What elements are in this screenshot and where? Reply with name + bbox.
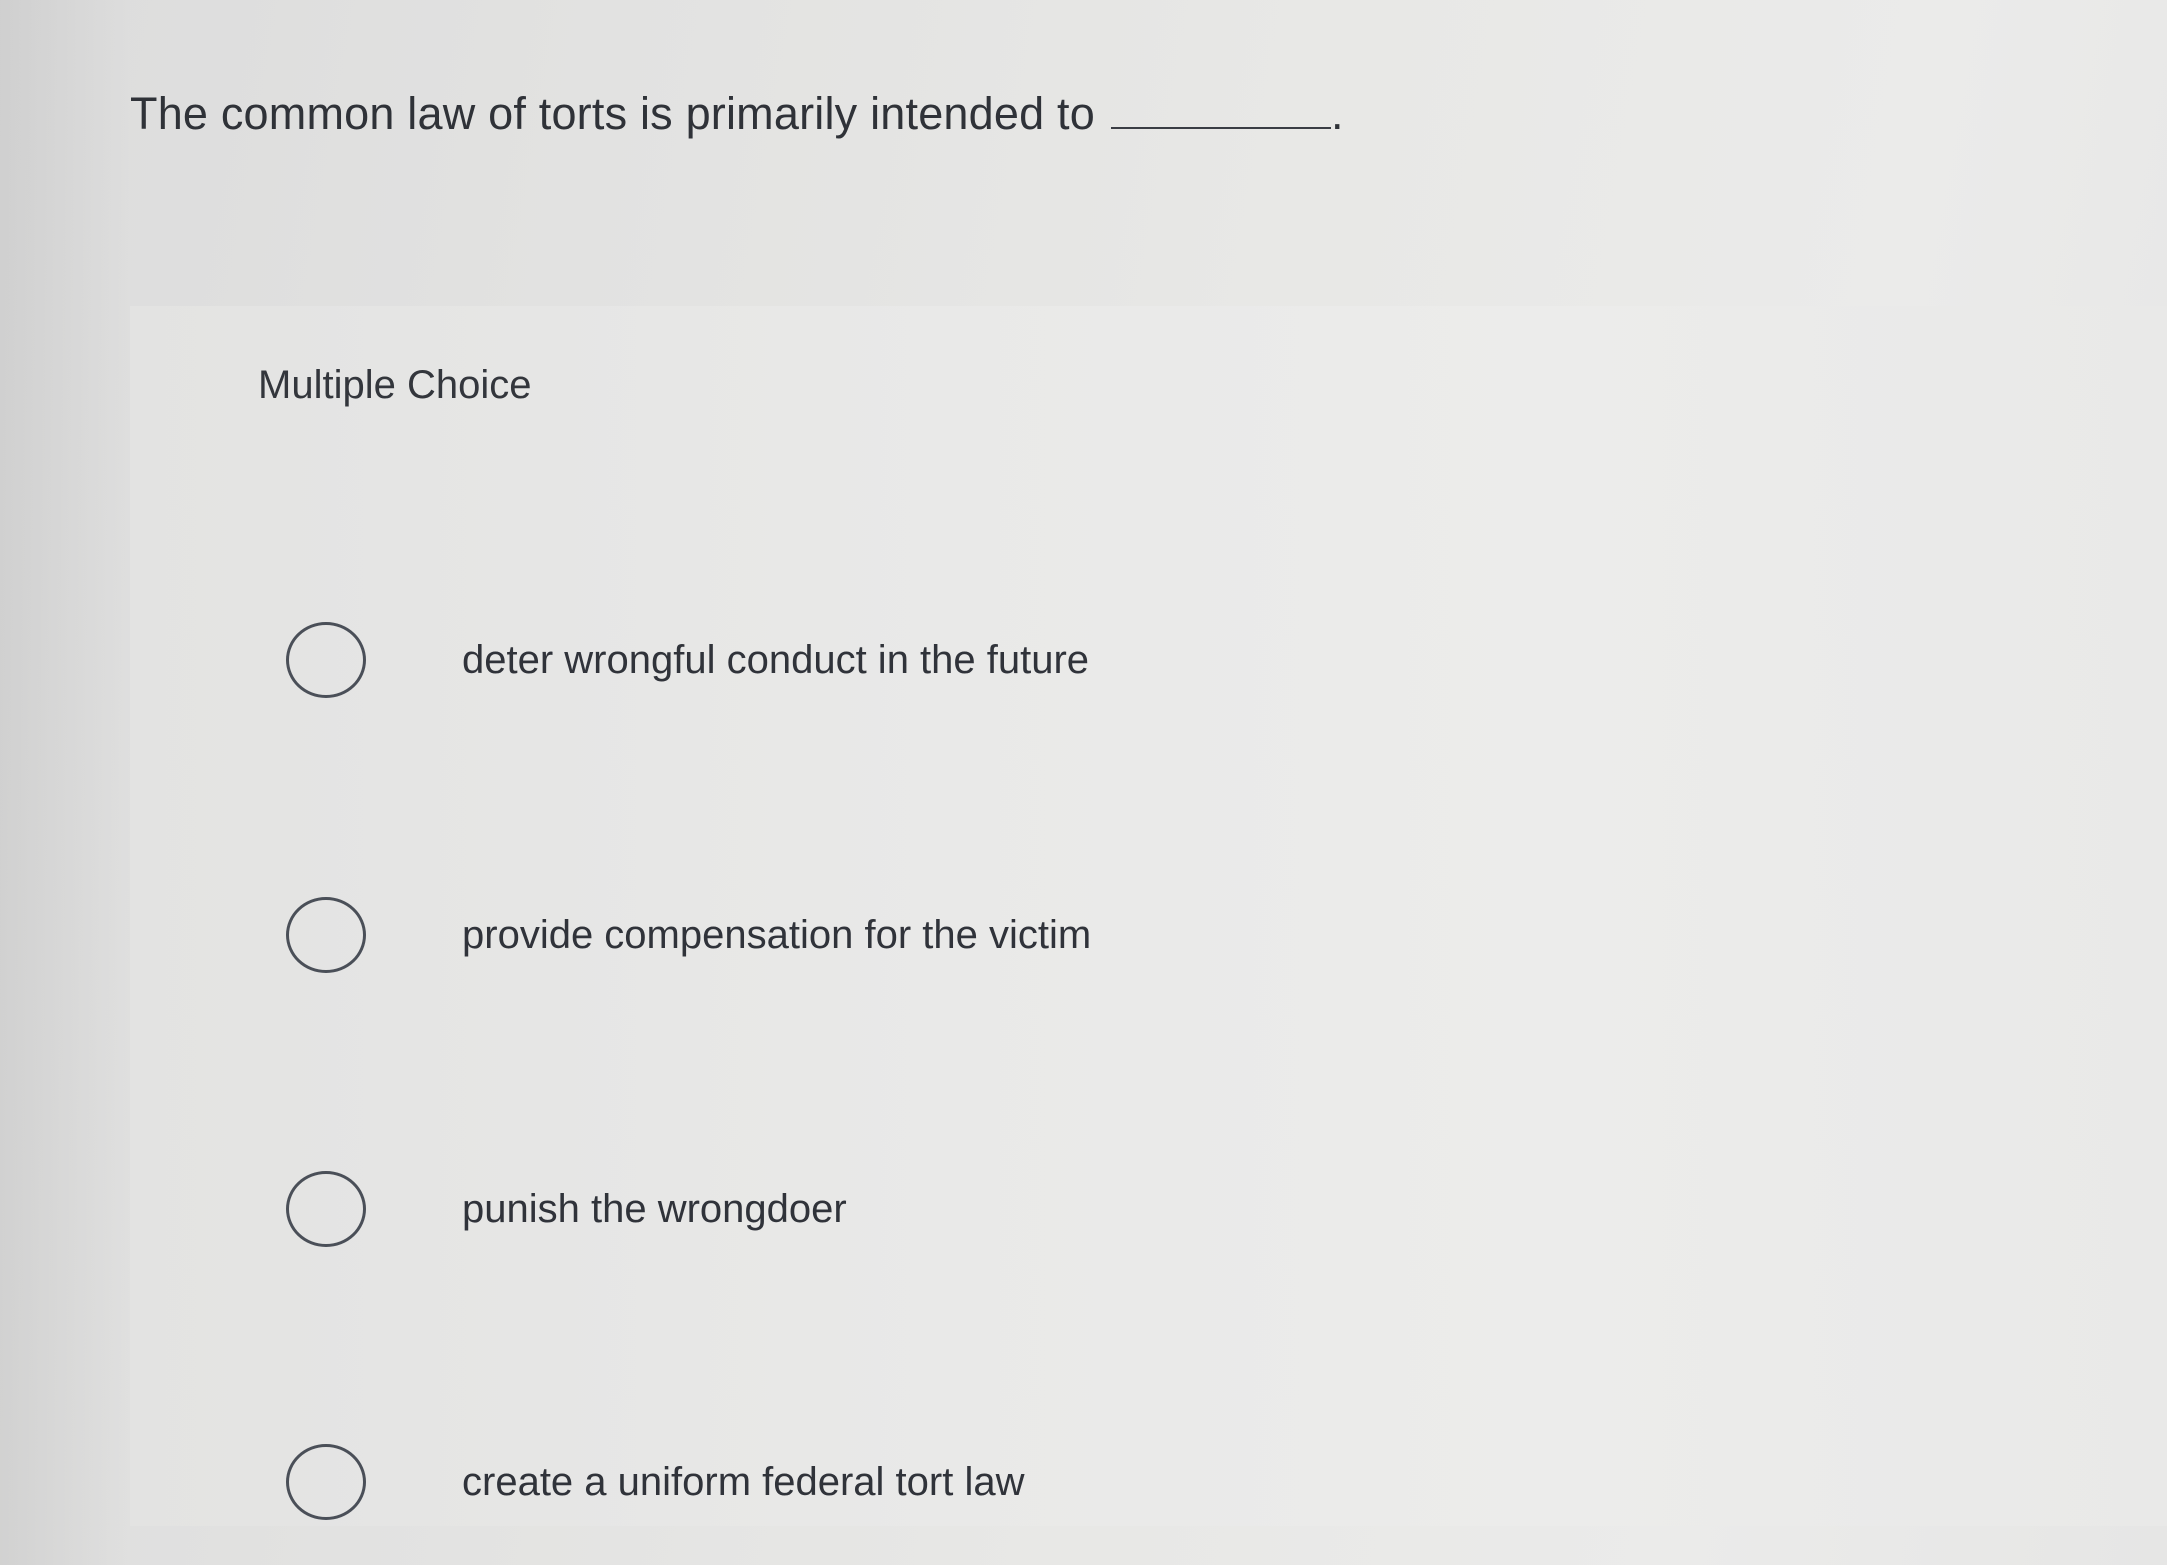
question-prefix: The common law of torts is primarily int… [130,88,1095,139]
option-label: create a uniform federal tort law [462,1459,1025,1504]
question-suffix: . [1330,88,1344,139]
radio-button-unselected-icon[interactable] [286,622,366,698]
option-label: punish the wrongdoer [462,1186,847,1231]
option-label: deter wrongful conduct in the future [462,637,1090,682]
option-label: provide compensation for the victim [462,912,1092,957]
radio-button-unselected-icon[interactable] [286,1444,366,1520]
left-shade [0,0,130,1565]
answer-blank [1110,126,1331,129]
radio-button-unselected-icon[interactable] [286,1171,366,1247]
multiple-choice-label: Multiple Choice [258,363,532,407]
option-4[interactable]: create a uniform federal tort law [286,1436,1486,1528]
radio-button-unselected-icon[interactable] [286,897,366,973]
option-2[interactable]: provide compensation for the victim [286,889,1486,981]
question-text: The common law of torts is primarily int… [130,88,1344,140]
option-1[interactable]: deter wrongful conduct in the future [286,614,1486,706]
option-3[interactable]: punish the wrongdoer [286,1163,1486,1255]
